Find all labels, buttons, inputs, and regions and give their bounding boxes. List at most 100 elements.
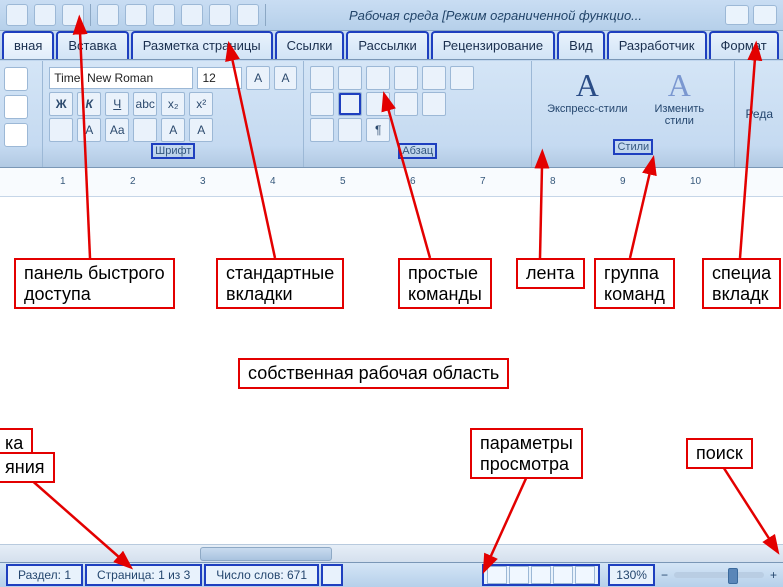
options-icon[interactable] (237, 4, 259, 26)
status-words[interactable]: Число слов: 671 (204, 564, 319, 586)
view-read-icon[interactable] (509, 566, 529, 584)
numbering-icon[interactable] (338, 66, 362, 90)
ruler-mark: 9 (620, 176, 626, 187)
view-draft-icon[interactable] (575, 566, 595, 584)
ruler-mark: 6 (410, 176, 416, 187)
save-icon[interactable] (6, 4, 28, 26)
editing-group: Реда (735, 61, 783, 167)
maximize-icon[interactable] (753, 5, 777, 25)
h-scrollbar[interactable] (0, 544, 783, 563)
font-color-icon[interactable]: A (77, 118, 101, 142)
callout-fragment-state: яния (0, 452, 55, 483)
editing-label: Реда (745, 107, 773, 121)
status-bar: Раздел: 1 Страница: 1 из 3 Число слов: 6… (0, 562, 783, 587)
superscript-button[interactable]: x² (189, 92, 213, 116)
minimize-icon[interactable] (725, 5, 749, 25)
tab-mailing[interactable]: Рассылки (346, 31, 428, 59)
ruler-mark: 8 (550, 176, 556, 187)
callout-ribbon: лента (516, 258, 585, 289)
strike-button[interactable]: abc (133, 92, 157, 116)
quick-styles-button[interactable]: A Экспресс-стили (546, 69, 628, 115)
zoom-value[interactable]: 130% (608, 564, 655, 586)
tab-home[interactable]: вная (2, 31, 54, 59)
cut-icon[interactable] (4, 67, 28, 91)
change-case-icon[interactable]: Aa (105, 118, 129, 142)
grow-font-icon[interactable]: A (246, 66, 269, 90)
callout-cmd-group: группа команд (594, 258, 675, 309)
align-right-icon[interactable] (366, 92, 390, 116)
char-shading-icon[interactable]: A (189, 118, 213, 142)
align-center-icon[interactable] (338, 92, 362, 116)
styles-group: A Экспресс-стили A Изменить стили Стили (532, 61, 735, 167)
char-border-icon[interactable]: A (161, 118, 185, 142)
quick-access-toolbar: Рабочая среда [Режим ограниченной функци… (0, 0, 783, 31)
callout-simple-commands: простые команды (398, 258, 492, 309)
highlight-icon[interactable] (49, 118, 73, 142)
checklist-icon[interactable] (181, 4, 203, 26)
line-spacing-icon[interactable] (422, 92, 446, 116)
ruler-mark: 2 (130, 176, 136, 187)
group-title-font: Шрифт (49, 143, 297, 159)
tab-view[interactable]: Вид (557, 31, 605, 59)
bullets-qat-icon[interactable] (153, 4, 175, 26)
callout-qat: панель быстрого доступа (14, 258, 175, 309)
view-outline-icon[interactable] (553, 566, 573, 584)
h-scroll-thumb[interactable] (200, 547, 332, 561)
indent-inc-icon[interactable] (422, 66, 446, 90)
borders-icon[interactable] (338, 118, 362, 142)
view-web-icon[interactable] (531, 566, 551, 584)
tab-format[interactable]: Формат (709, 31, 779, 59)
indent-dec-icon[interactable] (394, 66, 418, 90)
bold-qat-icon[interactable] (97, 4, 119, 26)
quick-styles-icon: A (546, 69, 628, 101)
tab-dev[interactable]: Разработчик (607, 31, 707, 59)
undo-icon[interactable] (34, 4, 56, 26)
tab-insert[interactable]: Вставка (56, 31, 128, 59)
show-marks-icon[interactable]: ¶ (366, 118, 390, 142)
align-left-icon[interactable] (310, 92, 334, 116)
zoom-track[interactable] (674, 572, 764, 578)
redo-icon[interactable] (62, 4, 84, 26)
view-print-icon[interactable] (487, 566, 507, 584)
subscript-button[interactable]: x₂ (161, 92, 185, 116)
zoom-in-icon[interactable]: + (770, 568, 777, 582)
callout-special-tabs: специа вкладк (702, 258, 781, 309)
tab-links[interactable]: Ссылки (275, 31, 345, 59)
zoom-slider[interactable]: 130% − + (608, 564, 777, 586)
zoom-thumb[interactable] (728, 568, 738, 584)
bullets-icon[interactable] (310, 66, 334, 90)
status-section[interactable]: Раздел: 1 (6, 564, 83, 586)
ribbon-tabs: вная Вставка Разметка страницы Ссылки Ра… (0, 31, 783, 60)
group-title-paragraph: Абзац (310, 143, 525, 159)
change-styles-button[interactable]: A Изменить стили (638, 69, 720, 127)
sort-icon[interactable] (450, 66, 474, 90)
callout-std-tabs: стандартные вкладки (216, 258, 344, 309)
multilevel-icon[interactable] (366, 66, 390, 90)
zoom-out-icon[interactable]: − (661, 568, 668, 582)
ruler-mark: 10 (690, 176, 701, 187)
shrink-font-icon[interactable]: A (274, 66, 297, 90)
italic-qat-icon[interactable] (125, 4, 147, 26)
tab-review[interactable]: Рецензирование (431, 31, 555, 59)
ruler-mark: 5 (340, 176, 346, 187)
font-name-combo[interactable]: Time: New Roman (49, 67, 193, 89)
paragraph-group: ¶ Абзац (304, 61, 532, 167)
bold-button[interactable]: Ж (49, 92, 73, 116)
copy-icon[interactable] (4, 95, 28, 119)
status-lang-icon[interactable] (321, 564, 343, 586)
paste-icon[interactable] (4, 123, 28, 147)
underline-button[interactable]: Ч (105, 92, 129, 116)
tab-layout[interactable]: Разметка страницы (131, 31, 273, 59)
justify-icon[interactable] (394, 92, 418, 116)
document-area[interactable] (0, 197, 783, 497)
clear-format-icon[interactable] (133, 118, 157, 142)
italic-button[interactable]: К (77, 92, 101, 116)
window-controls (725, 5, 777, 25)
horizontal-ruler[interactable]: 1 2 3 4 5 6 7 8 9 10 (0, 168, 783, 197)
spelling-icon[interactable] (209, 4, 231, 26)
ruler-mark: 7 (480, 176, 486, 187)
shading-icon[interactable] (310, 118, 334, 142)
status-page[interactable]: Страница: 1 из 3 (85, 564, 202, 586)
font-size-combo[interactable]: 12 (197, 67, 242, 89)
callout-search: поиск (686, 438, 753, 469)
